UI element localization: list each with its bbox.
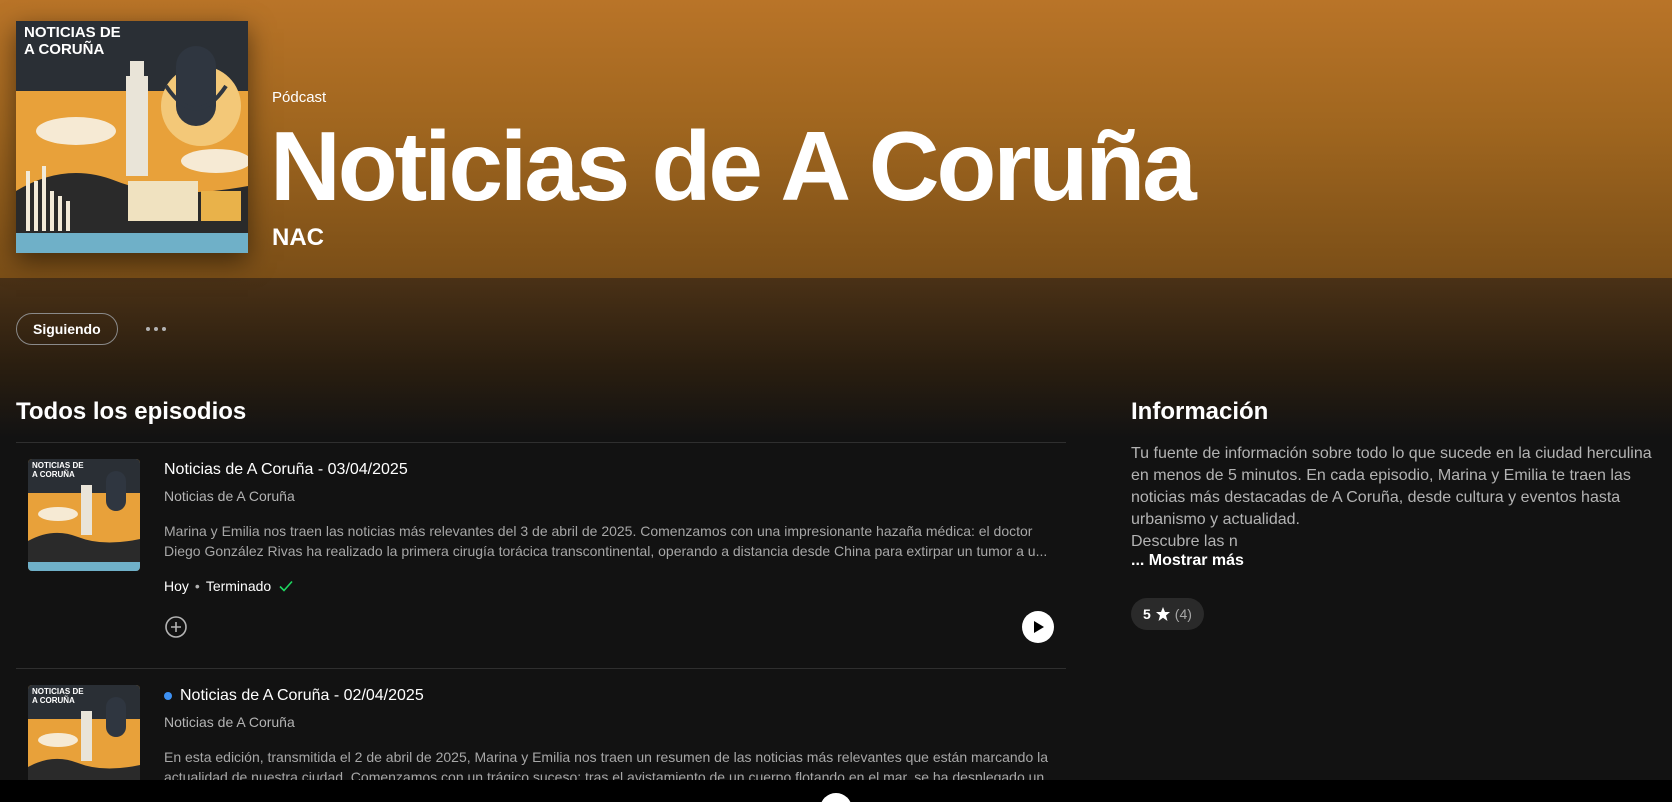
episode-show-name[interactable]: Noticias de A Coruña	[164, 488, 295, 504]
info-section-title: Información	[1131, 398, 1269, 425]
cover-illustration: NOTICIAS DE A CORUÑA	[16, 21, 248, 253]
episode-cover-illustration: NOTICIAS DE A CORUÑA	[28, 459, 140, 571]
episode-title[interactable]: Noticias de A Coruña - 03/04/2025	[164, 461, 408, 479]
episode-description: En esta edición, transmitida el 2 de abr…	[164, 749, 1049, 780]
play-icon	[1034, 621, 1044, 633]
rating-badge[interactable]: 5 (4)	[1131, 598, 1204, 630]
episode-title[interactable]: Noticias de A Coruña - 02/04/2025	[164, 687, 424, 705]
cover-title-line2: A CORUÑA	[24, 40, 104, 58]
show-more-link[interactable]: ... Mostrar más	[1131, 552, 1244, 570]
episode-cover-illustration: NOTICIAS DE A CORUÑA	[28, 685, 140, 780]
info-description: Tu fuente de información sobre todo lo q…	[1131, 443, 1661, 553]
hero-fade	[0, 278, 1672, 438]
page-title: Noticias de A Coruña	[270, 111, 1197, 221]
episode-status: Terminado	[205, 578, 272, 594]
meta-separator: •	[194, 578, 200, 594]
info-description-more: Descubre las n	[1131, 533, 1238, 550]
more-options-icon[interactable]	[142, 318, 170, 340]
episode-cover: NOTICIAS DE A CORUÑA	[28, 685, 140, 780]
podcast-author[interactable]: NAC	[272, 224, 324, 252]
episode-cover: NOTICIAS DE A CORUÑA	[28, 459, 140, 571]
add-to-library-icon[interactable]	[164, 615, 188, 639]
episode-description: Marina y Emilia nos traen las noticias m…	[164, 523, 1048, 559]
unplayed-dot-icon	[164, 692, 172, 700]
episode-cover-line1: NOTICIAS DE	[32, 461, 84, 470]
star-icon	[1155, 607, 1170, 621]
episode-date: Hoy	[164, 578, 189, 594]
play-button[interactable]	[1022, 611, 1054, 643]
episode-title-text[interactable]: Noticias de A Coruña - 03/04/2025	[164, 461, 408, 479]
episode-row[interactable]: NOTICIAS DE A CORUÑA Noticias de A Coruñ…	[16, 669, 1066, 780]
follow-button[interactable]: Siguiendo	[16, 313, 118, 345]
podcast-page: NOTICIAS DE A CORUÑA Pódcast Noticias de…	[0, 0, 1672, 802]
cover-title-line1: NOTICIAS DE	[24, 24, 121, 41]
episode-cover-line2: A CORUÑA	[32, 696, 75, 705]
episode-row[interactable]: NOTICIAS DE A CORUÑA Noticias de A Coruñ…	[16, 443, 1066, 668]
episode-show-name[interactable]: Noticias de A Coruña	[164, 714, 295, 730]
episode-meta: Hoy • Terminado	[164, 577, 295, 595]
podcast-type-label: Pódcast	[272, 89, 327, 106]
podcast-cover: NOTICIAS DE A CORUÑA	[16, 21, 248, 253]
episode-cover-line1: NOTICIAS DE	[32, 687, 84, 696]
check-icon	[279, 580, 293, 592]
info-description-text: Tu fuente de información sobre todo lo q…	[1131, 445, 1652, 528]
episode-title-text[interactable]: Noticias de A Coruña - 02/04/2025	[180, 687, 424, 705]
rating-value: 5	[1143, 606, 1151, 622]
episodes-section-title: Todos los episodios	[16, 398, 247, 425]
episode-cover-line2: A CORUÑA	[32, 470, 75, 479]
rating-count: (4)	[1174, 606, 1192, 622]
